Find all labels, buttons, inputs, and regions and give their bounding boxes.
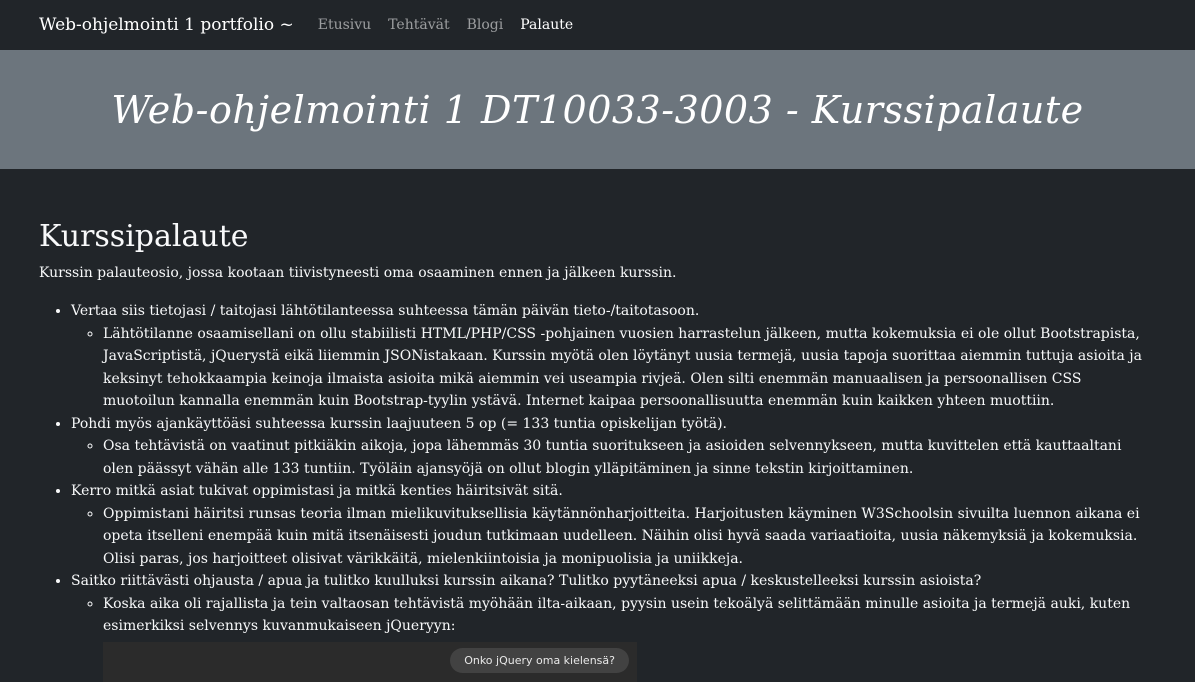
feedback-question: Pohdi myös ajankäyttöäsi suhteessa kurss…	[71, 415, 728, 432]
feedback-answer: Osa tehtävistä on vaatinut pitkiäkin aik…	[103, 435, 1156, 480]
feedback-question: Kerro mitkä asiat tukivat oppimistasi ja…	[71, 483, 563, 499]
feedback-item: Vertaa siis tietojasi / taitojasi lähtöt…	[71, 300, 1156, 413]
nav-links: Etusivu Tehtävät Blogi Palaute	[318, 17, 573, 33]
nav-link-palaute[interactable]: Palaute	[520, 17, 573, 33]
feedback-item: Saitko riittävästi ohjausta / apua ja tu…	[71, 570, 1156, 638]
feedback-item: Pohdi myös ajankäyttöäsi suhteessa kurss…	[71, 413, 1156, 481]
nav-link-tehtavat[interactable]: Tehtävät	[388, 17, 449, 33]
feedback-answer: Koska aika oli rajallista ja tein valtao…	[103, 593, 1156, 638]
hero-title: Web-ohjelmointi 1 DT10033-3003 - Kurssip…	[111, 87, 1084, 132]
top-navbar: Web-ohjelmointi 1 portfolio ~ Etusivu Te…	[0, 0, 1195, 50]
chat-bubble: Onko jQuery oma kielensä?	[450, 647, 629, 673]
main-content: Kurssipalaute Kurssin palauteosio, jossa…	[0, 219, 1195, 682]
page-title: Kurssipalaute	[39, 219, 249, 254]
feedback-item: Kerro mitkä asiat tukivat oppimistasi ja…	[71, 480, 1156, 570]
feedback-list: Vertaa siis tietojasi / taitojasi lähtöt…	[39, 300, 1156, 638]
intro-text: Kurssin palauteosio, jossa kootaan tiivi…	[39, 265, 677, 281]
hero-banner: Web-ohjelmointi 1 DT10033-3003 - Kurssip…	[0, 50, 1195, 169]
navbar-brand[interactable]: Web-ohjelmointi 1 portfolio ~	[39, 15, 294, 35]
nav-link-etusivu[interactable]: Etusivu	[318, 17, 371, 33]
feedback-answer: Lähtötilanne osaamisellani on ollu stabi…	[103, 323, 1156, 413]
nav-link-blogi[interactable]: Blogi	[467, 17, 504, 33]
feedback-answer: Oppimistani häiritsi runsas teoria ilman…	[103, 503, 1156, 571]
chat-screenshot-image: Onko jQuery oma kielensä?	[103, 641, 637, 682]
feedback-question: Saitko riittävästi ohjausta / apua ja tu…	[71, 573, 982, 589]
feedback-question: Vertaa siis tietojasi / taitojasi lähtöt…	[71, 303, 700, 319]
